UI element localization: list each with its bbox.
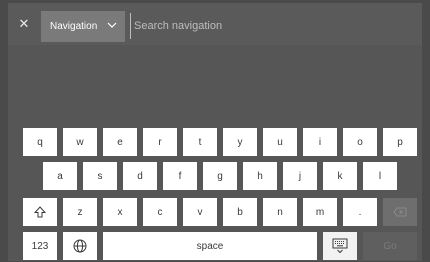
- search-input[interactable]: [132, 13, 406, 39]
- go-key[interactable]: Go: [363, 232, 417, 260]
- language-key[interactable]: [63, 232, 97, 260]
- space-key[interactable]: space: [103, 232, 317, 260]
- key-s[interactable]: s: [83, 162, 117, 190]
- category-dropdown[interactable]: Navigation: [41, 11, 125, 42]
- key-h[interactable]: h: [243, 162, 277, 190]
- key-x[interactable]: x: [103, 198, 137, 226]
- key-m[interactable]: m: [303, 198, 337, 226]
- key-f[interactable]: f: [163, 162, 197, 190]
- backspace-icon: [393, 207, 407, 217]
- key-a[interactable]: a: [43, 162, 77, 190]
- keyboard-hide-icon: [332, 238, 348, 254]
- key-r[interactable]: r: [143, 128, 177, 156]
- key-t[interactable]: t: [183, 128, 217, 156]
- chevron-down-icon: [107, 22, 117, 28]
- key-w[interactable]: w: [63, 128, 97, 156]
- key-z[interactable]: z: [63, 198, 97, 226]
- shift-icon: [34, 206, 46, 218]
- backspace-key[interactable]: [383, 198, 417, 226]
- key-g[interactable]: g: [203, 162, 237, 190]
- key-q[interactable]: q: [23, 128, 57, 156]
- key-j[interactable]: j: [283, 162, 317, 190]
- key-i[interactable]: i: [303, 128, 337, 156]
- category-dropdown-label: Navigation: [50, 21, 98, 32]
- key-y[interactable]: y: [223, 128, 257, 156]
- numbers-key[interactable]: 123: [23, 232, 57, 260]
- search-cursor: [130, 13, 131, 39]
- key-c[interactable]: c: [143, 198, 177, 226]
- key-d[interactable]: d: [123, 162, 157, 190]
- close-icon: ✕: [18, 16, 30, 31]
- key-u[interactable]: u: [263, 128, 297, 156]
- search-bar: ✕ Navigation: [8, 3, 422, 45]
- key-e[interactable]: e: [103, 128, 137, 156]
- shift-key[interactable]: [23, 198, 57, 226]
- key-v[interactable]: v: [183, 198, 217, 226]
- close-button[interactable]: ✕: [8, 3, 40, 45]
- key-period[interactable]: .: [343, 198, 377, 226]
- key-n[interactable]: n: [263, 198, 297, 226]
- key-l[interactable]: l: [363, 162, 397, 190]
- key-k[interactable]: k: [323, 162, 357, 190]
- key-b[interactable]: b: [223, 198, 257, 226]
- globe-icon: [73, 239, 87, 253]
- navigation-search-screen: ✕ Navigation q w e r t y u i o p a s d f…: [8, 3, 422, 261]
- key-p[interactable]: p: [383, 128, 417, 156]
- hide-keyboard-key[interactable]: [323, 232, 357, 260]
- key-o[interactable]: o: [343, 128, 377, 156]
